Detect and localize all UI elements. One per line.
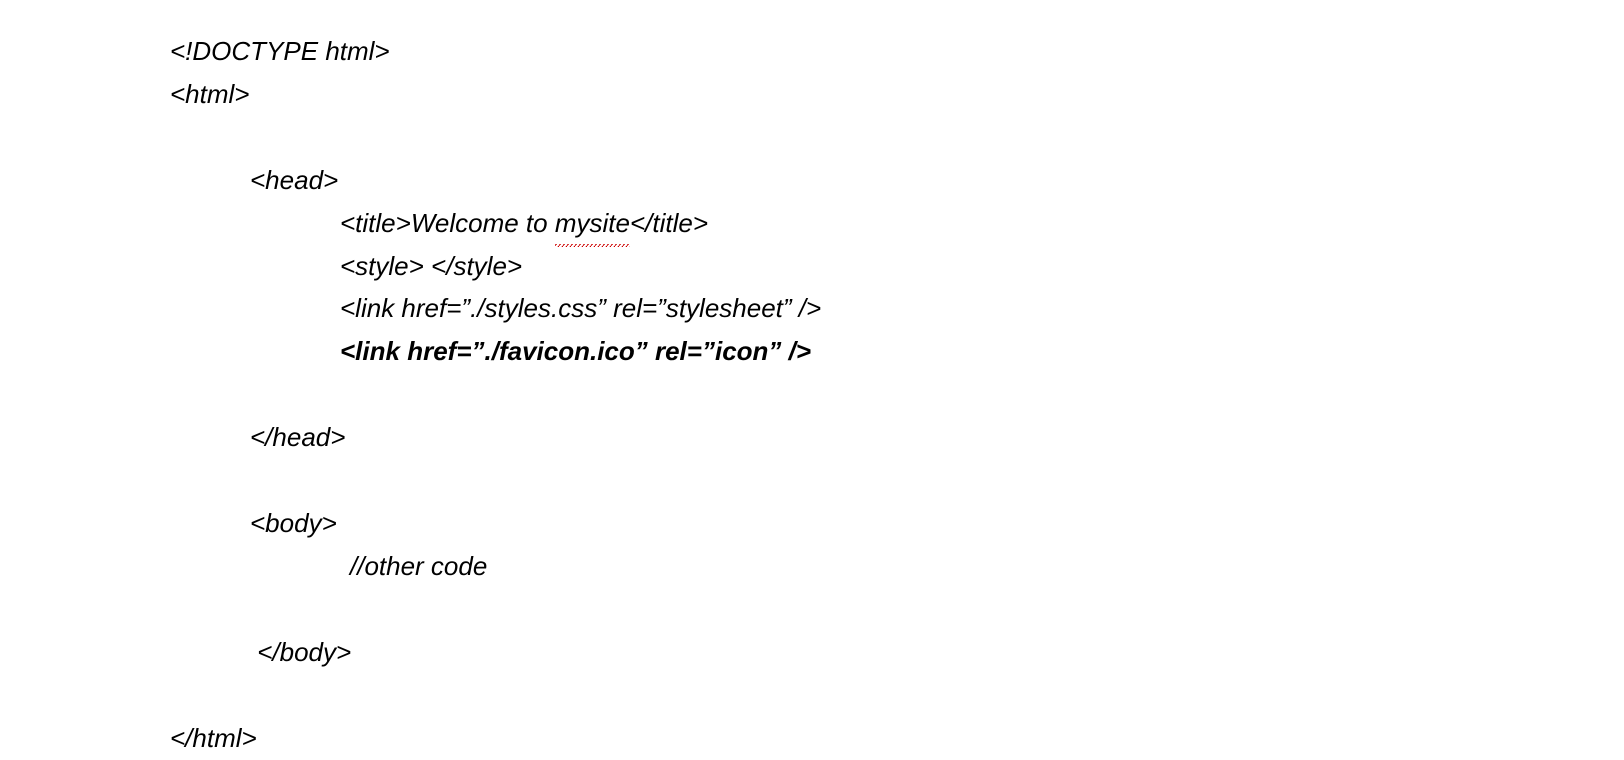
code-line-head-open: <head>	[170, 159, 1624, 202]
code-line-title: <title>Welcome to mysite</title>	[170, 202, 1624, 245]
code-line-head-close: </head>	[170, 416, 1624, 459]
code-line-body-open: <body>	[170, 502, 1624, 545]
code-line-style: <style> </style>	[170, 245, 1624, 288]
code-line-link-stylesheet: <link href=”./styles.css” rel=”styleshee…	[170, 287, 1624, 330]
code-line-doctype: <!DOCTYPE html>	[170, 30, 1624, 73]
code-line-html-close: </html>	[170, 717, 1624, 760]
code-line-body-close: </body>	[170, 631, 1624, 674]
blank-line	[170, 116, 1624, 159]
blank-line	[170, 459, 1624, 502]
code-line-html-open: <html>	[170, 73, 1624, 116]
title-pre: <title>Welcome to	[340, 208, 555, 238]
code-snippet: <!DOCTYPE html> <html> <head> <title>Wel…	[170, 30, 1624, 760]
code-line-other-code: //other code	[170, 545, 1624, 588]
blank-line	[170, 674, 1624, 717]
spellcheck-word: mysite	[555, 202, 630, 245]
title-post: </title>	[630, 208, 708, 238]
blank-line	[170, 588, 1624, 631]
code-line-link-favicon: <link href=”./favicon.ico” rel=”icon” />	[170, 330, 1624, 373]
blank-line	[170, 373, 1624, 416]
